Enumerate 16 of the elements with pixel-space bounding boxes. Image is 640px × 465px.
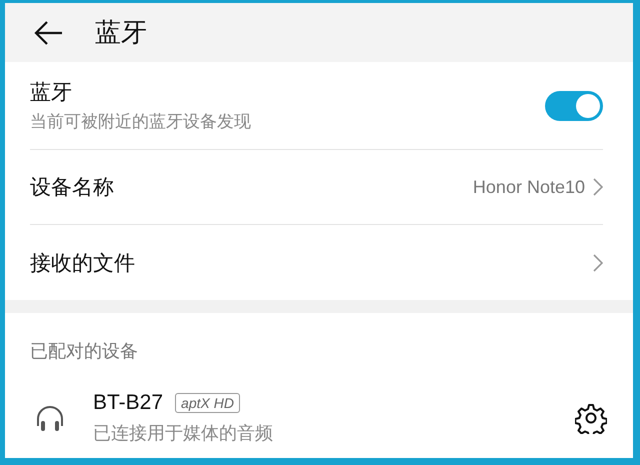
section-heading: 已配对的设备 [30,340,138,363]
setting-value: Honor Note10 [472,176,585,198]
setting-label: 接收的文件 [30,250,136,276]
device-status: 已连接用于媒体的音频 [93,422,274,445]
back-button[interactable] [33,20,63,46]
headphones-icon [35,404,65,432]
chevron-right-icon [593,178,603,196]
chevron-right-icon [593,254,603,272]
setting-label: 蓝牙 [30,80,73,106]
device-name: BT-B27 [93,391,164,415]
codec-badge: aptX HD [175,393,240,413]
page-title: 蓝牙 [95,16,147,49]
toggle-switch[interactable] [545,90,603,120]
setting-label: 设备名称 [30,175,115,201]
setting-description: 当前可被附近的蓝牙设备发现 [30,111,252,133]
settings-button[interactable] [575,402,607,434]
